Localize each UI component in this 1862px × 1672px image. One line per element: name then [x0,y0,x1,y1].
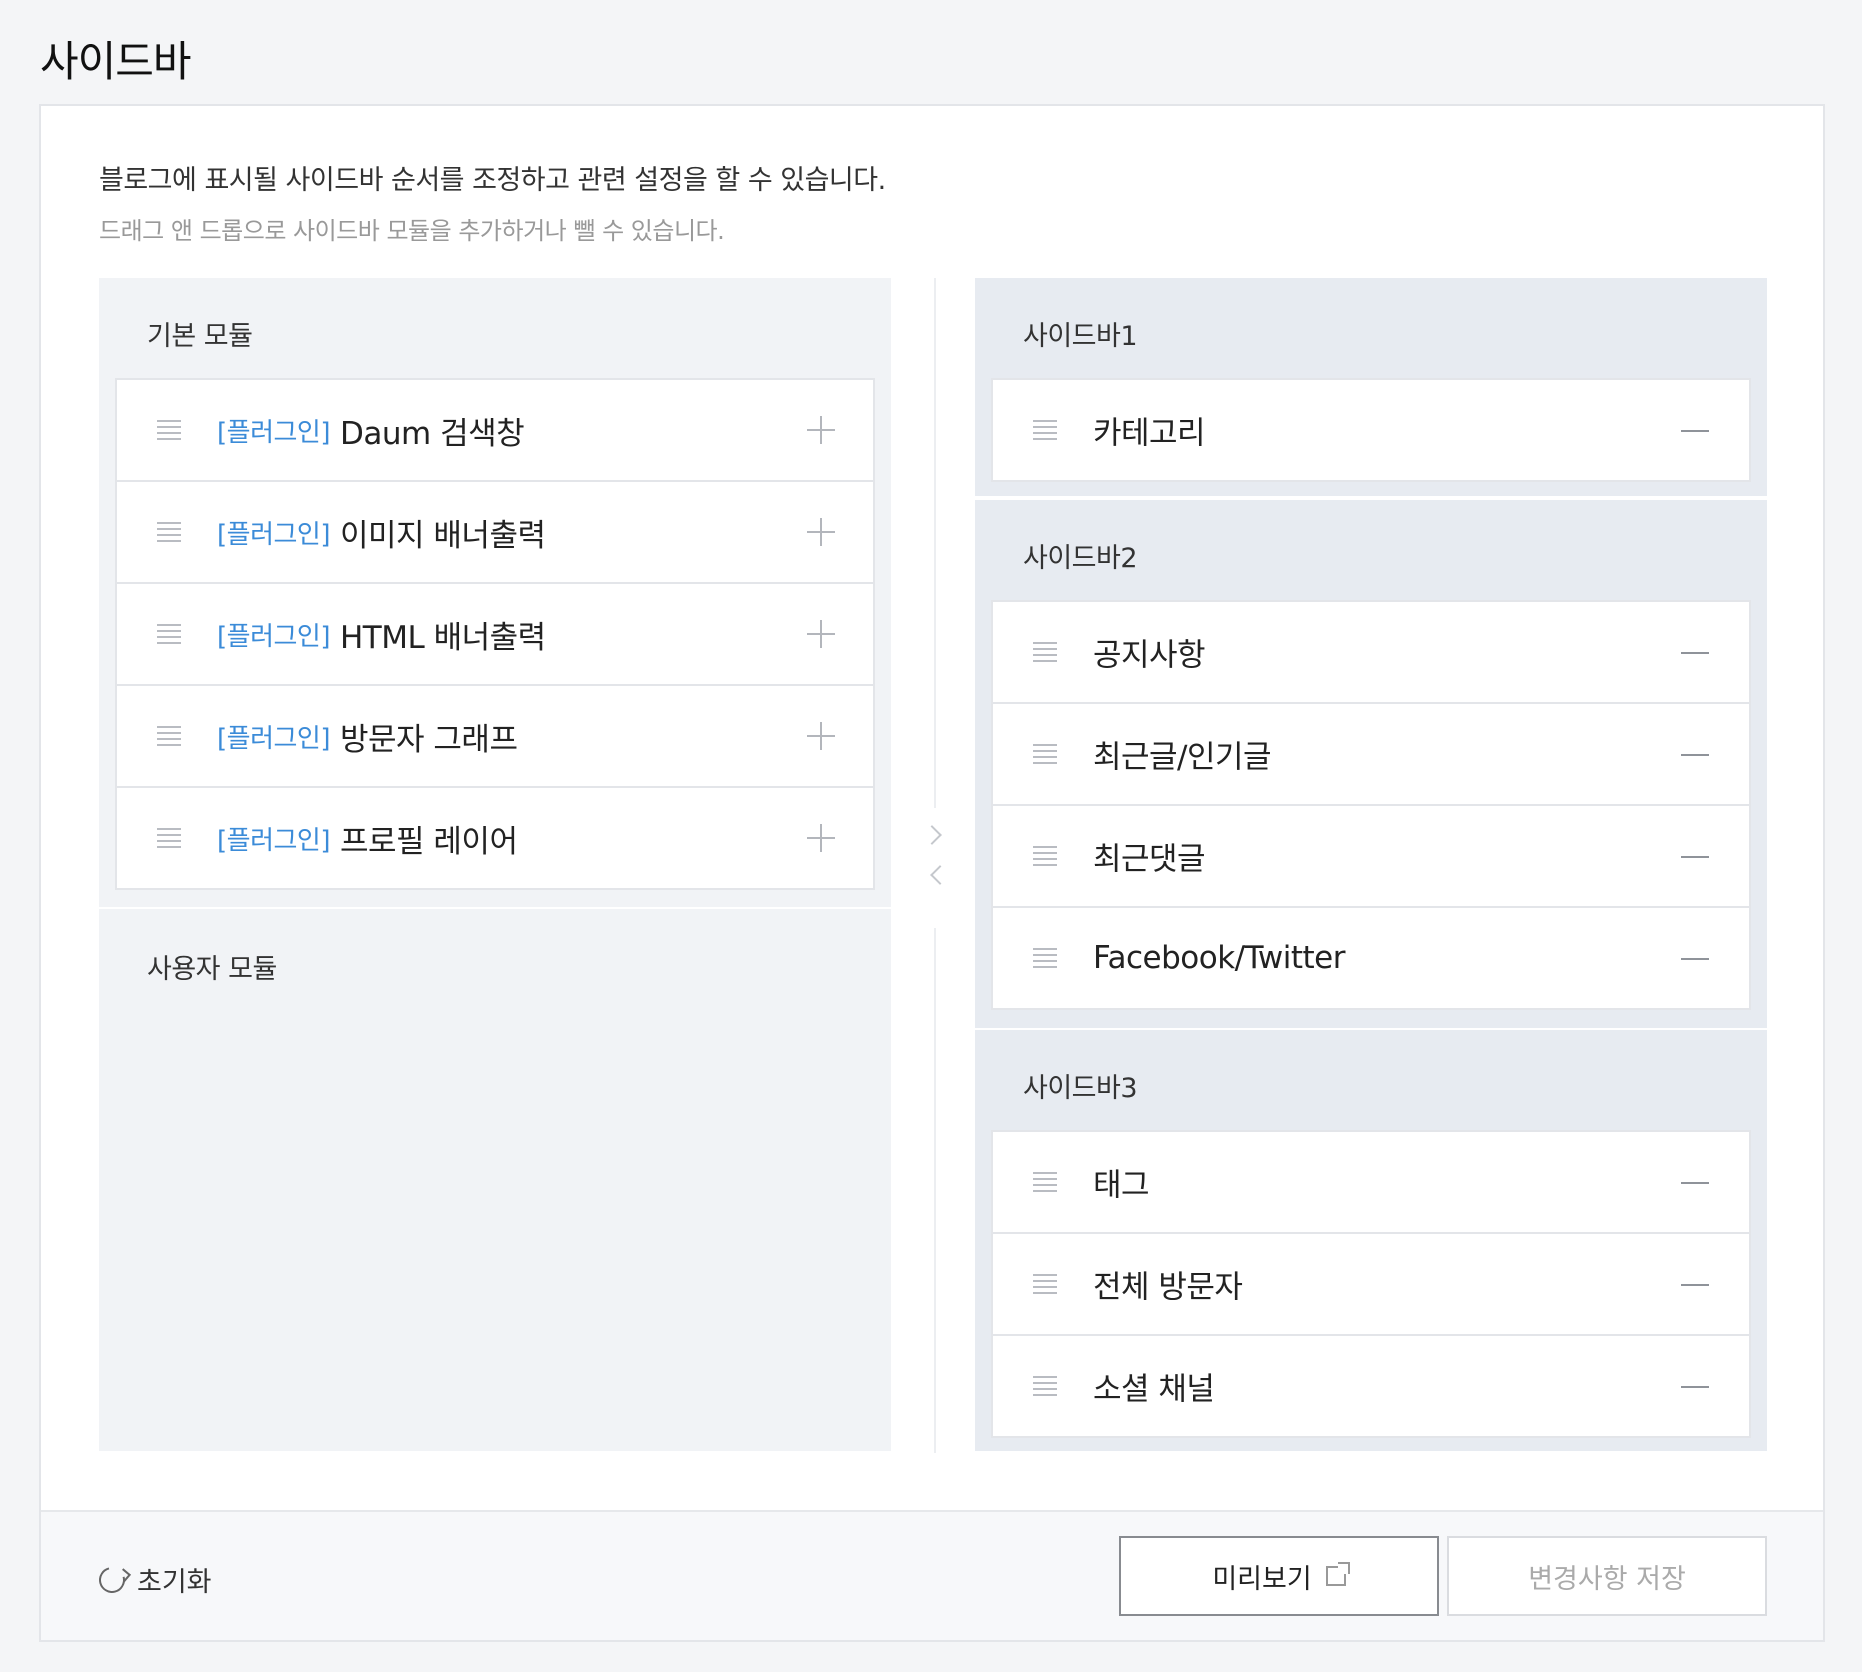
module-item-daum-search[interactable]: [플러그인] Daum 검색창 [117,380,873,482]
sidebar-settings-card: 블로그에 표시될 사이드바 순서를 조정하고 관련 설정을 할 수 있습니다. … [39,104,1825,1642]
drag-handle-icon[interactable] [1033,948,1057,968]
sidebar-item-label: 공지사항 [1093,637,1206,674]
minus-icon[interactable] [1681,958,1709,960]
minus-icon[interactable] [1681,430,1709,432]
module-item-profile-layer[interactable]: [플러그인] 프로필 레이어 [117,788,873,888]
refresh-icon [94,1561,130,1598]
sidebar-item-facebook-twitter[interactable]: Facebook/Twitter [993,908,1749,1008]
save-changes-button[interactable]: 변경사항 저장 [1447,1536,1767,1616]
preview-label: 미리보기 [1212,1563,1312,1595]
sidebar-2-title: 사이드바2 [1023,543,1138,574]
sidebar-1-panel: 사이드바1 카테고리 [975,278,1767,496]
drag-handle-icon[interactable] [1033,744,1057,764]
plus-icon[interactable] [807,416,835,444]
drag-handle-icon[interactable] [157,522,181,542]
module-name: 이미지 배너출력 [340,517,546,554]
sidebar-2-panel: 사이드바2 공지사항 최근글/인기글 최근댓글 Facebook/Twitter [975,500,1767,1028]
plus-icon[interactable] [807,722,835,750]
minus-icon[interactable] [1681,1386,1709,1388]
column-divider [934,278,936,808]
sidebar-item-total-visitors[interactable]: 전체 방문자 [993,1234,1749,1336]
sidebar-item-label: 최근댓글 [1093,841,1206,878]
module-item-visitor-graph[interactable]: [플러그인] 방문자 그래프 [117,686,873,788]
drag-handle-icon[interactable] [1033,1274,1057,1294]
sidebar-item-label: 태그 [1093,1167,1150,1204]
basic-modules-list: [플러그인] Daum 검색창 [플러그인] 이미지 배너출력 [플러그인] H… [115,378,875,890]
chevron-left-icon[interactable] [930,865,950,885]
drag-handle-icon[interactable] [157,420,181,440]
sidebar-item-label: 카테고리 [1093,415,1206,452]
module-name: HTML 배너출력 [340,619,546,656]
minus-icon[interactable] [1681,1182,1709,1184]
minus-icon[interactable] [1681,856,1709,858]
sidebar-3-list: 태그 전체 방문자 소셜 채널 [991,1130,1751,1438]
description-main: 블로그에 표시될 사이드바 순서를 조정하고 관련 설정을 할 수 있습니다. [99,165,886,196]
basic-modules-panel: 기본 모듈 [플러그인] Daum 검색창 [플러그인] 이미지 배너출력 [플… [99,278,891,907]
drag-handle-icon[interactable] [157,624,181,644]
module-name: 프로필 레이어 [340,823,518,860]
module-name: Daum 검색창 [340,415,525,452]
plugin-tag: [플러그인] [217,825,330,856]
plugin-tag: [플러그인] [217,417,330,448]
preview-button[interactable]: 미리보기 [1119,1536,1439,1616]
sidebar-2-list: 공지사항 최근글/인기글 최근댓글 Facebook/Twitter [991,600,1751,1010]
sidebar-item-recent-comments[interactable]: 최근댓글 [993,806,1749,908]
drag-handle-icon[interactable] [1033,420,1057,440]
sidebar-1-title: 사이드바1 [1023,321,1138,352]
sidebar-item-label: 전체 방문자 [1093,1269,1243,1306]
plugin-tag: [플러그인] [217,519,330,550]
plugin-tag: [플러그인] [217,621,330,652]
sidebar-item-notice[interactable]: 공지사항 [993,602,1749,704]
minus-icon[interactable] [1681,652,1709,654]
column-divider [934,928,936,1453]
sidebar-item-label: Facebook/Twitter [1093,940,1346,976]
page-title: 사이드바 [40,37,192,86]
module-item-html-banner[interactable]: [플러그인] HTML 배너출력 [117,584,873,686]
sidebar-item-label: 소셜 채널 [1093,1371,1215,1408]
footer-bar: 초기화 미리보기 변경사항 저장 [41,1510,1823,1640]
basic-modules-title: 기본 모듈 [147,321,253,352]
drag-handle-icon[interactable] [157,726,181,746]
sidebar-1-list: 카테고리 [991,378,1751,482]
module-item-image-banner[interactable]: [플러그인] 이미지 배너출력 [117,482,873,584]
description-sub: 드래그 앤 드롭으로 사이드바 모듈을 추가하거나 뺄 수 있습니다. [99,217,725,245]
module-name: 방문자 그래프 [340,721,518,758]
sidebar-item-tag[interactable]: 태그 [993,1132,1749,1234]
user-modules-title: 사용자 모듈 [147,954,277,985]
chevron-right-icon[interactable] [922,825,942,845]
reset-button[interactable]: 초기화 [94,1560,212,1599]
reset-label: 초기화 [137,1567,212,1598]
description: 블로그에 표시될 사이드바 순서를 조정하고 관련 설정을 할 수 있습니다. … [99,158,886,246]
drag-handle-icon[interactable] [1033,1172,1057,1192]
drag-handle-icon[interactable] [1033,846,1057,866]
minus-icon[interactable] [1681,1284,1709,1286]
plus-icon[interactable] [807,824,835,852]
drag-handle-icon[interactable] [1033,642,1057,662]
minus-icon[interactable] [1681,754,1709,756]
sidebar-item-category[interactable]: 카테고리 [993,380,1749,480]
sidebar-3-title: 사이드바3 [1023,1073,1138,1104]
move-arrows [921,812,951,890]
plugin-tag: [플러그인] [217,723,330,754]
save-label: 변경사항 저장 [1528,1563,1686,1595]
drag-handle-icon[interactable] [1033,1376,1057,1396]
plus-icon[interactable] [807,518,835,546]
sidebar-item-social-channel[interactable]: 소셜 채널 [993,1336,1749,1436]
plus-icon[interactable] [807,620,835,648]
external-link-icon [1325,1562,1350,1586]
drag-handle-icon[interactable] [157,828,181,848]
sidebar-item-label: 최근글/인기글 [1093,739,1272,776]
sidebar-item-recent-popular[interactable]: 최근글/인기글 [993,704,1749,806]
sidebar-3-panel: 사이드바3 태그 전체 방문자 소셜 채널 [975,1030,1767,1451]
user-modules-panel: 사용자 모듈 [99,909,891,1451]
